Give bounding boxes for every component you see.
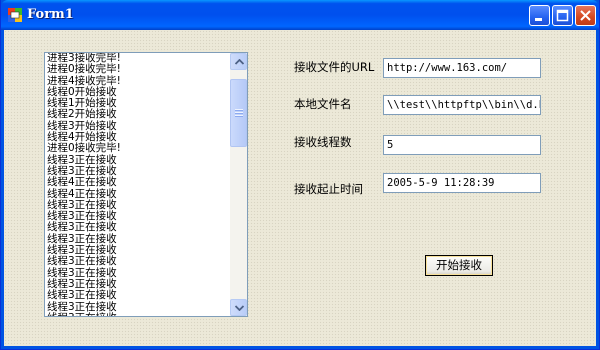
app-icon bbox=[8, 8, 22, 22]
log-list-items: 进程3接收完毕! 进程0接收完毕! 进程4接收完毕! 线程0开始接收 线程1开始接收 线程… bbox=[47, 53, 227, 316]
close-icon bbox=[580, 10, 591, 21]
time-label: 接收起止时间 bbox=[294, 182, 363, 196]
list-item[interactable]: 线程3正在接收 bbox=[47, 312, 227, 316]
chevron-up-icon bbox=[235, 59, 244, 65]
local-file-input[interactable]: \\test\\httpftp\\bin\\d.htm bbox=[383, 95, 541, 115]
threads-label: 接收线程数 bbox=[294, 135, 352, 149]
chevron-down-icon bbox=[235, 305, 244, 311]
form-client-area: 进程3接收完毕! 进程0接收完毕! 进程4接收完毕! 线程0开始接收 线程1开始接收 线程… bbox=[4, 30, 596, 346]
minimize-button[interactable] bbox=[529, 5, 550, 26]
list-item[interactable]: 线程3正在接收 bbox=[47, 256, 227, 268]
list-item[interactable]: 进程0接收完毕! bbox=[47, 63, 227, 75]
window-title: Form1 bbox=[27, 7, 74, 22]
minimize-icon bbox=[535, 18, 542, 21]
local-file-label: 本地文件名 bbox=[294, 97, 352, 111]
start-receive-button[interactable]: 开始接收 bbox=[425, 255, 493, 276]
scroll-down-button[interactable] bbox=[230, 299, 247, 316]
list-item[interactable]: 线程3正在接收 bbox=[47, 289, 227, 301]
close-button[interactable] bbox=[575, 5, 596, 26]
maximize-icon bbox=[556, 9, 569, 22]
title-bar[interactable]: Form1 bbox=[1, 0, 599, 30]
time-input[interactable]: 2005-5-9 11:28:39 bbox=[383, 173, 541, 193]
url-input[interactable]: http://www.163.com/ bbox=[383, 58, 541, 78]
scroll-thumb[interactable] bbox=[230, 79, 247, 147]
list-item[interactable]: 线程4正在接收 bbox=[47, 176, 227, 188]
maximize-button[interactable] bbox=[552, 5, 573, 26]
scroll-up-button[interactable] bbox=[230, 53, 247, 70]
form1-window: Form1 进程3接收完毕! 进程0接收完毕! 进程4接收完毕! 线程0开始接收 线程1… bbox=[0, 0, 600, 350]
log-listbox[interactable]: 进程3接收完毕! 进程0接收完毕! 进程4接收完毕! 线程0开始接收 线程1开始接收 线程… bbox=[44, 52, 248, 317]
list-item[interactable]: 进程0接收完毕! bbox=[47, 143, 227, 155]
url-label: 接收文件的URL bbox=[294, 60, 375, 74]
listbox-vertical-scrollbar[interactable] bbox=[230, 53, 247, 316]
threads-input[interactable]: 5 bbox=[383, 135, 541, 155]
